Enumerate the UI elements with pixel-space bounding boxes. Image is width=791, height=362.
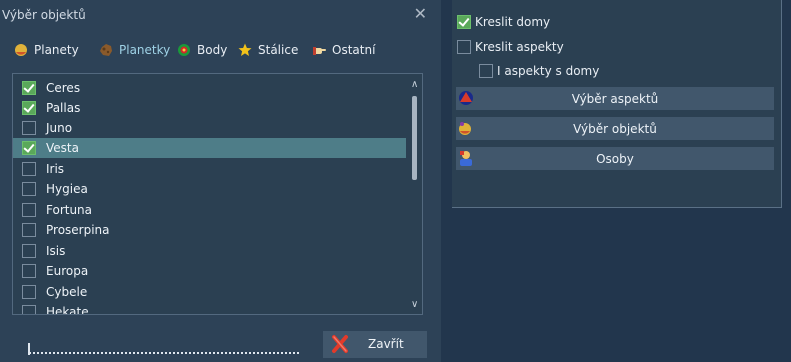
tab-label: Stálice [258,43,299,57]
tab-body[interactable]: Body [177,37,227,63]
checkbox[interactable] [22,203,36,217]
persons-label: Osoby [596,152,634,166]
object-selection-button[interactable]: Výběr objektů [456,117,774,140]
tab-planetky[interactable]: Planetky [99,37,170,63]
chart-settings-panel: Kreslit domy Kreslit aspekty I aspekty s… [452,0,782,208]
checkbox[interactable] [22,162,36,176]
aspect-selection-label: Výběr aspektů [571,92,659,106]
tab-label: Planetky [119,43,171,57]
scroll-thumb[interactable] [412,96,417,180]
list-item[interactable]: Hekate [13,302,406,314]
checkbox[interactable] [22,121,36,135]
tab-planety[interactable]: Planety [14,37,79,63]
list-item[interactable]: Vesta [13,138,406,158]
checkbox[interactable] [22,264,36,278]
close-button[interactable]: Zavřít [323,331,427,358]
size-slider[interactable] [12,330,319,358]
list-item[interactable]: Proserpina [13,220,406,240]
draw-houses-checkbox[interactable] [457,15,471,29]
list-item[interactable]: Pallas [13,98,406,118]
asteroid-icon [100,44,112,56]
list-item[interactable]: Hygiea [13,179,406,199]
checkbox[interactable] [22,285,36,299]
aspects-with-houses-label: I aspekty s domy [497,64,600,78]
tab-ostatni[interactable]: Ostatní [312,37,375,63]
tab-label: Ostatní [332,43,376,57]
draw-aspects-checkbox[interactable] [457,40,471,54]
close-icon[interactable]: ✕ [414,5,427,23]
list-item[interactable]: Ceres [13,78,406,98]
scroll-down-icon[interactable]: ∨ [411,300,418,310]
tab-label: Planety [34,43,79,57]
checkbox[interactable] [22,141,36,155]
checkbox[interactable] [22,305,36,314]
dialog-title: Výběr objektů [2,8,86,22]
list-item[interactable]: Cybele [13,282,406,302]
checkbox[interactable] [22,244,36,258]
list-item[interactable]: Europa [13,261,406,281]
planet-icon [15,44,27,56]
tab-label: Body [197,43,228,57]
checkbox[interactable] [22,81,36,95]
checkbox[interactable] [22,223,36,237]
hand-icon [313,47,326,55]
persons-button[interactable]: Osoby [456,147,774,170]
red-x-icon [332,335,348,353]
star-icon [238,43,252,56]
point-icon [178,44,190,56]
draw-aspects-label: Kreslit aspekty [475,40,564,54]
vertical-scrollbar[interactable]: ∧ ∨ [408,74,422,314]
close-button-label: Zavřít [368,337,404,351]
list-item[interactable]: Juno [13,118,406,138]
checkbox[interactable] [22,182,36,196]
checkbox[interactable] [22,101,36,115]
list-item[interactable]: Fortuna [13,200,406,220]
aspects-with-houses-checkbox[interactable] [479,64,493,78]
list-item[interactable]: Isis [13,241,406,261]
aspect-selection-button[interactable]: Výběr aspektů [456,87,774,110]
list-item[interactable]: Iris [13,159,406,179]
object-selection-dialog: Výběr objektů ✕ Planety Planetky Body St… [0,0,441,362]
draw-houses-label: Kreslit domy [475,15,551,29]
slider-track[interactable] [29,352,299,354]
asteroid-list[interactable]: Ceres Pallas Juno Vesta Iris Hygiea Fort… [12,73,423,315]
object-selection-label: Výběr objektů [573,122,657,136]
tab-stalice[interactable]: Stálice [238,37,298,63]
tab-bar: Planety Planetky Body Stálice Ostatní [0,37,441,63]
scroll-up-icon[interactable]: ∧ [411,80,418,90]
dialog-titlebar: Výběr objektů ✕ [0,0,441,30]
